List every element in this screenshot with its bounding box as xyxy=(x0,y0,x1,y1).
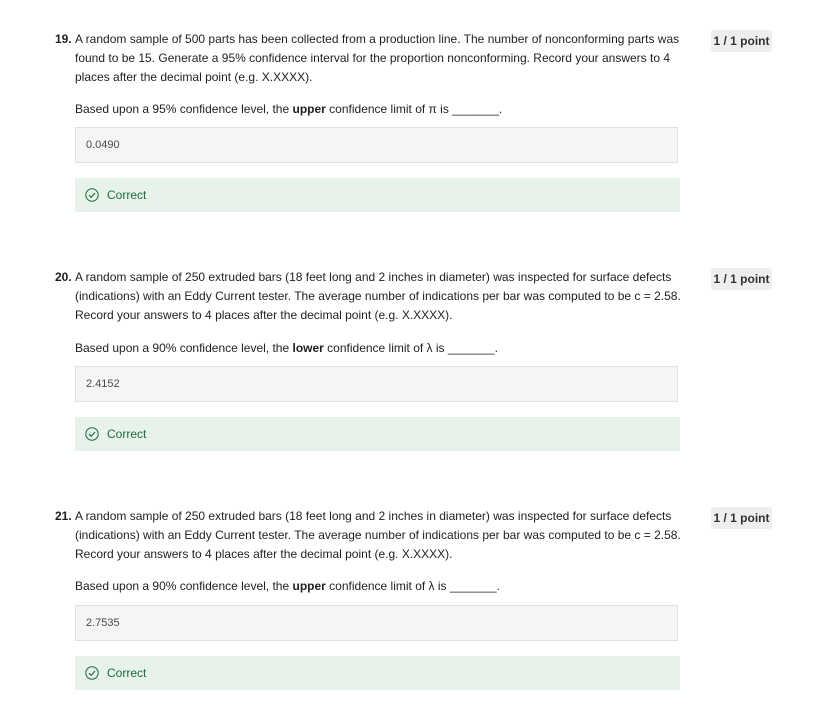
feedback-label: Correct xyxy=(107,188,147,202)
question-20: 20. A random sample of 250 extruded bars… xyxy=(0,268,817,458)
score-badge: 1 / 1 point xyxy=(711,268,772,290)
prompt-end: confidence limit of λ is _______. xyxy=(323,341,498,355)
question-prompt: Based upon a 95% confidence level, the u… xyxy=(75,100,687,119)
feedback-label: Correct xyxy=(107,666,147,680)
answer-field[interactable]: 0.0490 xyxy=(75,127,678,163)
question-prompt: Based upon a 90% confidence level, the l… xyxy=(75,339,687,358)
check-circle-icon xyxy=(85,666,99,680)
feedback-label: Correct xyxy=(107,427,147,441)
question-number: 19. xyxy=(55,32,72,46)
prompt-end: confidence limit of π is _______. xyxy=(325,102,503,116)
feedback-correct: Correct xyxy=(75,417,680,451)
question-21: 21. A random sample of 250 extruded bars… xyxy=(0,507,817,697)
quiz-results-page: 19. A random sample of 500 parts has bee… xyxy=(0,0,817,716)
prompt-start: Based upon a 90% confidence level, the xyxy=(75,579,293,593)
prompt-start: Based upon a 95% confidence level, the xyxy=(75,102,293,116)
answer-field[interactable]: 2.7535 xyxy=(75,605,678,641)
question-prompt: Based upon a 90% confidence level, the u… xyxy=(75,577,687,596)
answer-field[interactable]: 2.4152 xyxy=(75,366,678,402)
prompt-start: Based upon a 90% confidence level, the xyxy=(75,341,293,355)
question-number: 20. xyxy=(55,270,72,284)
feedback-correct: Correct xyxy=(75,178,680,212)
question-text: A random sample of 500 parts has been co… xyxy=(75,32,680,84)
prompt-end: confidence limit of λ is _______. xyxy=(325,579,500,593)
question-text: A random sample of 250 extruded bars (18… xyxy=(75,509,681,561)
check-circle-icon xyxy=(85,188,99,202)
score-badge: 1 / 1 point xyxy=(711,507,772,529)
feedback-correct: Correct xyxy=(75,656,680,690)
question-text: A random sample of 250 extruded bars (18… xyxy=(75,270,681,322)
question-number: 21. xyxy=(55,509,72,523)
prompt-emphasis: upper xyxy=(292,102,326,116)
question-19: 19. A random sample of 500 parts has bee… xyxy=(0,30,817,220)
prompt-emphasis: lower xyxy=(292,341,324,355)
score-badge: 1 / 1 point xyxy=(711,30,772,52)
prompt-emphasis: upper xyxy=(292,579,326,593)
check-circle-icon xyxy=(85,427,99,441)
